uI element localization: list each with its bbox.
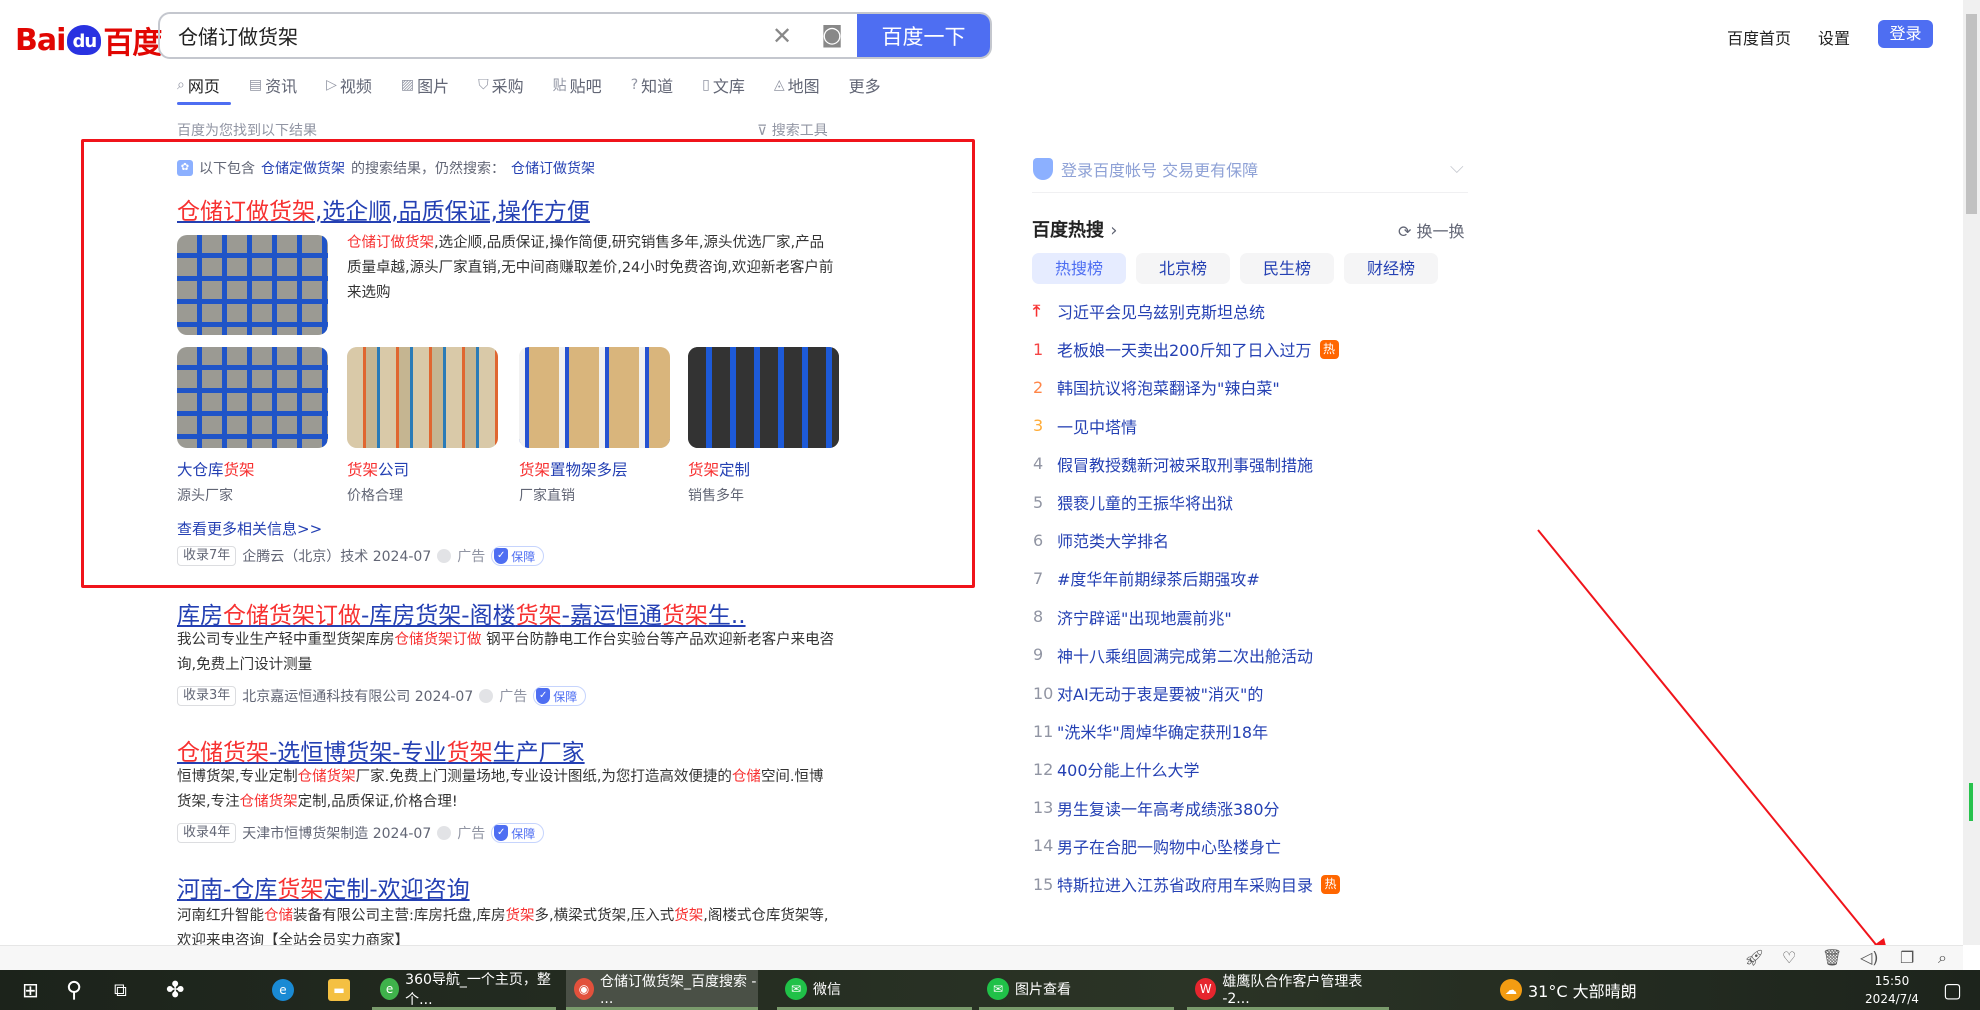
task-view-icon[interactable]: ⧉	[106, 970, 127, 1010]
taskbar-app[interactable]: ✉ 图片查看	[979, 970, 1174, 1010]
trash-icon[interactable]: 🗑︎	[1822, 948, 1842, 967]
health-icon[interactable]: ♡	[1782, 948, 1796, 967]
window-icon[interactable]: ❐	[1900, 948, 1914, 967]
weather-text: 31°C 大部晴朗	[1528, 982, 1637, 1001]
app-label: 微信	[813, 981, 841, 998]
app-icon: ✉	[785, 977, 807, 1000]
taskbar-app[interactable]: e 360导航_一个主页，整个...	[372, 970, 556, 1010]
search-icon[interactable]: ⌕	[1938, 948, 1947, 968]
annotation-arrow	[1537, 529, 1890, 962]
app-label: 仓储订做货架_百度搜索 - ...	[599, 973, 757, 1007]
date: 2024/7/4	[1865, 992, 1919, 1006]
time: 15:50	[1874, 974, 1910, 988]
fan-icon[interactable]: ✤	[158, 970, 184, 1010]
weather-widget[interactable]: ☁ 31°C 大部晴朗	[1492, 970, 1637, 1010]
windows-taskbar: ⊞ ⚲ ⧉ ✤ e ▬ e 360导航_一个主页，整个... ◉ 仓储订做货架_百度搜…	[0, 970, 1980, 1010]
windows-start-icon[interactable]: ⊞	[14, 970, 39, 1010]
speaker-icon[interactable]: ◁)	[1860, 948, 1879, 967]
clock[interactable]: 15:50 2024/7/4	[1862, 972, 1922, 1008]
app-icon: e	[380, 977, 400, 1000]
rocket-icon[interactable]: 🚀︎	[1744, 948, 1764, 967]
search-icon[interactable]: ⚲	[58, 970, 82, 1010]
app-icon: ◉	[574, 977, 594, 1000]
taskbar-app[interactable]: ◉ 仓储订做货架_百度搜索 - ...	[566, 970, 758, 1010]
app-icon: ✉	[987, 977, 1009, 1000]
app-label: 图片查看	[1015, 981, 1071, 998]
app-icon: W	[1195, 977, 1217, 1000]
taskbar-app[interactable]: W 雄鹰队合作客户管理表 -2...	[1187, 970, 1389, 1010]
weather-icon: ☁	[1500, 979, 1522, 1001]
app-label: 雄鹰队合作客户管理表 -2...	[1222, 973, 1363, 1007]
edge-icon[interactable]: e	[264, 970, 294, 1010]
app-label: 360导航_一个主页，整个...	[405, 971, 551, 1008]
browser-status-bar	[0, 945, 1963, 970]
notification-icon[interactable]: ▢	[1935, 970, 1962, 1010]
taskbar-app[interactable]: ✉ 微信	[777, 970, 972, 1010]
folder-icon[interactable]: ▬	[320, 970, 350, 1010]
